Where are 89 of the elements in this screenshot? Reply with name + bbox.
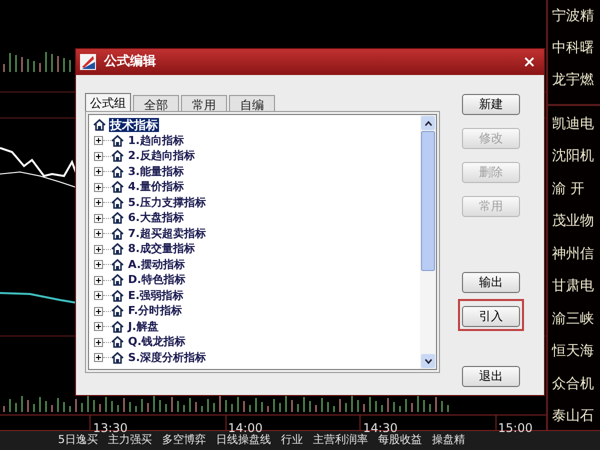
tab[interactable]: 自编 — [229, 95, 275, 111]
tree-node[interactable]: 7.超买超卖指标 — [128, 226, 206, 241]
house-icon — [111, 243, 124, 256]
tree-node[interactable]: S.深度分析指标 — [128, 350, 206, 365]
time-label: 15:00 — [498, 421, 533, 435]
tree-node[interactable]: 2.反趋向指标 — [128, 149, 195, 164]
tree-node[interactable]: 5.压力支撑指标 — [128, 196, 206, 210]
tree-node[interactable]: D.特色指标 — [128, 273, 186, 288]
tree-node[interactable]: 技术指标 — [109, 118, 159, 132]
stock-name[interactable]: 茂业物 — [552, 211, 594, 232]
chevron-up-icon — [424, 120, 432, 126]
house-icon — [111, 336, 124, 348]
app-logo-icon — [80, 54, 96, 70]
tree-node[interactable]: 6.大盘指标 — [128, 211, 184, 226]
stock-name[interactable]: 宁波精 — [552, 6, 594, 26]
house-icon — [111, 305, 124, 318]
expand-icon[interactable] — [94, 152, 103, 161]
expand-icon[interactable] — [94, 276, 103, 285]
dialog-button[interactable]: 新建 — [462, 94, 520, 114]
stock-name[interactable]: 泰山石 — [552, 406, 594, 428]
scroll-down-button[interactable] — [421, 354, 435, 368]
chevron-down-icon — [424, 358, 432, 364]
dialog-button[interactable]: 输出 — [462, 272, 520, 292]
expand-icon[interactable] — [94, 322, 103, 332]
tree-node[interactable]: J.解盘 — [128, 320, 158, 334]
stock-name[interactable]: 神州信 — [552, 244, 594, 265]
tree-node[interactable]: 4.量价指标 — [128, 180, 184, 194]
house-icon — [111, 274, 124, 286]
expand-icon[interactable] — [94, 353, 103, 362]
tree-node[interactable]: A.摆动指标 — [128, 258, 185, 272]
time-label: 13:30 — [93, 421, 128, 435]
close-button[interactable]: × — [518, 54, 540, 70]
expand-icon[interactable] — [94, 306, 103, 316]
scrollbar[interactable] — [420, 115, 436, 369]
tree-node[interactable]: Q.钱龙指标 — [128, 335, 186, 350]
tree-node[interactable]: F.分时指标 — [128, 304, 182, 318]
bottom-tab[interactable]: 主营利润率 — [313, 432, 368, 449]
tree-node[interactable]: 8.成交量指标 — [128, 242, 195, 256]
stock-name[interactable]: 沈阳机 — [552, 146, 594, 168]
house-icon — [93, 119, 106, 131]
expand-icon[interactable] — [94, 214, 103, 223]
stock-name[interactable]: 中科曙 — [552, 38, 594, 58]
tree-node[interactable]: 1.趋向指标 — [128, 134, 184, 148]
house-icon — [111, 196, 124, 209]
expand-icon[interactable] — [94, 244, 103, 254]
house-icon — [111, 228, 124, 240]
time-label: 14:00 — [228, 421, 263, 435]
house-icon — [111, 290, 124, 302]
bottom-tab[interactable]: 5日逸买 — [58, 432, 98, 449]
expand-icon[interactable] — [94, 198, 103, 208]
dialog-button[interactable]: 退出 — [462, 366, 520, 386]
stock-name[interactable]: 众合机 — [552, 374, 594, 395]
stock-name[interactable]: 渝 开 — [552, 178, 584, 200]
house-icon — [111, 166, 124, 178]
house-icon — [111, 181, 124, 194]
expand-icon[interactable] — [94, 260, 103, 270]
bottom-tab[interactable]: 每股收益 — [378, 432, 422, 449]
scroll-up-button[interactable] — [421, 116, 435, 130]
stock-name[interactable]: 恒天海 — [552, 341, 594, 362]
time-label: 14:30 — [363, 421, 398, 435]
expand-icon[interactable] — [94, 136, 103, 146]
stock-name[interactable]: 渝三峡 — [552, 308, 594, 330]
expand-icon[interactable] — [94, 291, 103, 300]
dialog-button[interactable]: 引入 — [462, 306, 520, 326]
bottom-tab[interactable]: 行业 — [281, 432, 303, 449]
stock-name[interactable]: 甘肃电 — [552, 276, 594, 298]
house-icon — [111, 134, 124, 147]
tab[interactable]: 常用 — [181, 95, 227, 111]
expand-icon[interactable] — [94, 338, 103, 347]
bottom-tab[interactable]: 日线操盘线 — [216, 432, 271, 449]
house-icon — [111, 258, 124, 271]
bottom-tab[interactable]: 多空博弈 — [162, 432, 206, 449]
tab[interactable]: 全部 — [133, 95, 179, 111]
expand-icon[interactable] — [94, 229, 103, 238]
tab[interactable]: 公式组 — [85, 93, 131, 111]
expand-icon[interactable] — [94, 182, 103, 192]
expand-icon[interactable] — [94, 167, 103, 176]
tree-node[interactable]: 3.能量指标 — [128, 164, 184, 179]
stock-name[interactable]: 龙宇燃 — [552, 70, 594, 90]
tree-node[interactable]: E.强弱指标 — [128, 288, 184, 303]
stock-name[interactable]: 凯迪电 — [552, 114, 594, 135]
house-icon — [111, 352, 124, 364]
house-icon — [111, 320, 124, 333]
bottom-tab[interactable]: 主力强买 — [108, 432, 152, 449]
window-title: 公式编辑 — [104, 52, 157, 72]
bottom-tab[interactable]: 操盘精 — [432, 432, 465, 449]
scroll-thumb[interactable] — [421, 131, 435, 271]
house-icon — [111, 212, 124, 224]
house-icon — [111, 150, 124, 162]
